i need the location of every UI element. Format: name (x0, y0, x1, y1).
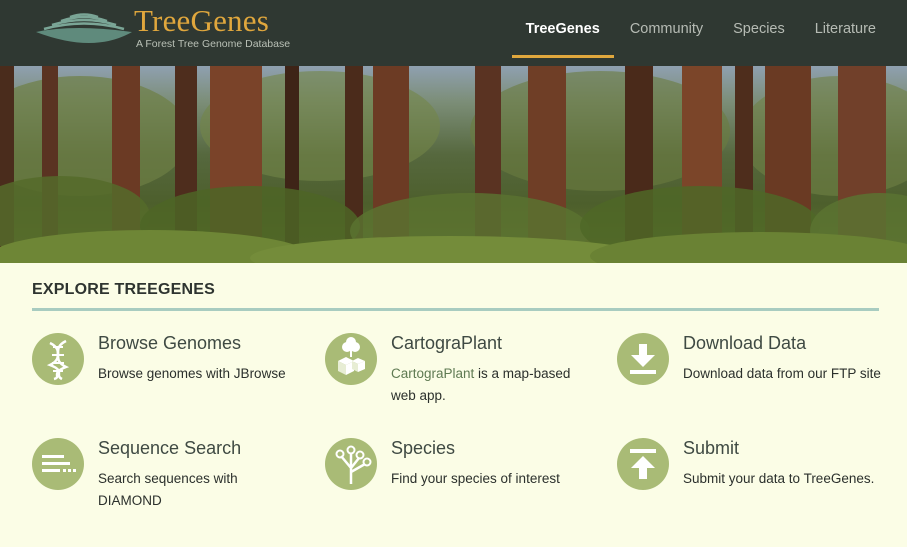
card-cartograplant[interactable]: CartograPlant CartograPlant is a map-bas… (325, 333, 595, 423)
card-submit[interactable]: Submit Submit your data to TreeGenes. (617, 438, 887, 528)
card-title[interactable]: Browse Genomes (98, 332, 241, 354)
section-divider (32, 308, 879, 311)
card-title[interactable]: Download Data (683, 332, 806, 354)
upload-icon (617, 438, 669, 490)
card-description: Search sequences with DIAMOND (98, 471, 238, 508)
nav-item-treegenes[interactable]: TreeGenes (511, 0, 615, 58)
card-title[interactable]: CartograPlant (391, 332, 502, 354)
card-title[interactable]: Species (391, 437, 455, 459)
main-nav: TreeGenes Community Species Literature (511, 0, 891, 58)
card-description: Find your species of interest (391, 471, 560, 486)
card-download-data[interactable]: Download Data Download data from our FTP… (617, 333, 887, 423)
nav-item-literature[interactable]: Literature (800, 0, 891, 58)
logo-title[interactable]: TreeGenes (134, 4, 269, 38)
card-description: Submit your data to TreeGenes. (683, 471, 875, 486)
logo-subtitle: A Forest Tree Genome Database (136, 38, 291, 50)
treegenes-logo-icon[interactable] (34, 10, 134, 48)
card-species[interactable]: Species Find your species of interest (325, 438, 595, 528)
explore-title: EXPLORE TREEGENES (32, 281, 215, 298)
dna-icon (32, 333, 84, 385)
card-title[interactable]: Sequence Search (98, 437, 241, 459)
branch-icon (325, 438, 377, 490)
card-description: CartograPlant is a map-based web app. (391, 363, 591, 407)
nav-item-community[interactable]: Community (615, 0, 718, 58)
nav-item-species[interactable]: Species (718, 0, 800, 58)
tree-blocks-icon (325, 333, 377, 385)
sequence-lines-icon (32, 438, 84, 490)
card-browse-genomes[interactable]: Browse Genomes Browse genomes with JBrow… (32, 333, 302, 423)
top-header: TreeGenes A Forest Tree Genome Database … (0, 0, 907, 66)
card-sequence-search[interactable]: Sequence Search Search sequences with DI… (32, 438, 302, 528)
hero-forest-image (0, 66, 907, 263)
card-description: Browse genomes with JBrowse (98, 366, 286, 381)
card-description: Download data from our FTP site (683, 366, 881, 381)
download-icon (617, 333, 669, 385)
cartograplant-link[interactable]: CartograPlant (391, 366, 474, 381)
card-title[interactable]: Submit (683, 437, 739, 459)
